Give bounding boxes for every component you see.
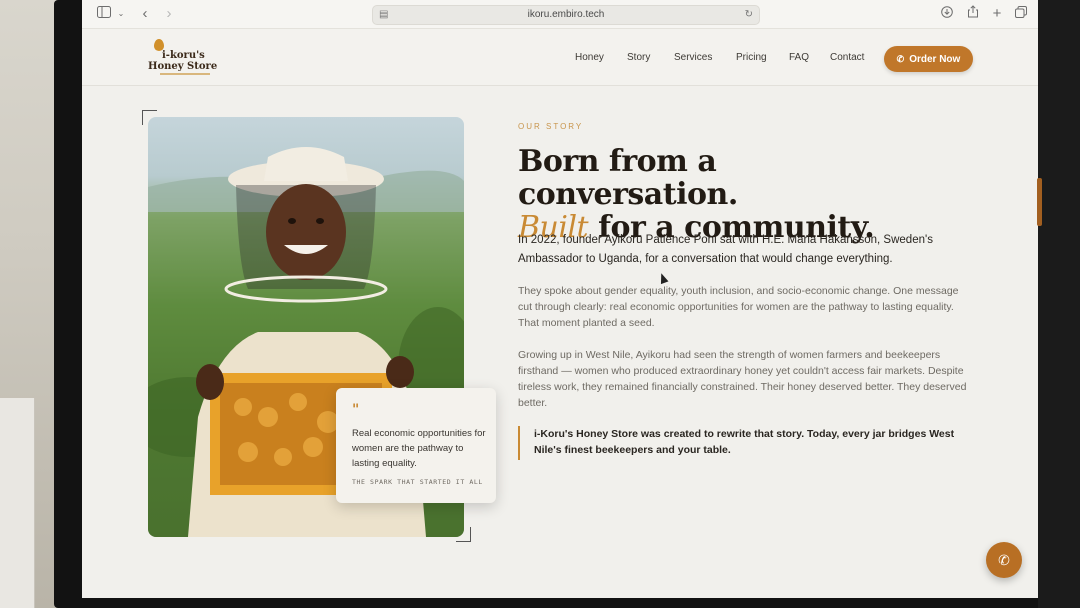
forward-icon[interactable]: ›	[162, 5, 176, 23]
store-logo[interactable]: i-koru's Honey Store	[146, 37, 226, 77]
nav-contact[interactable]: Contact	[830, 52, 864, 63]
whatsapp-icon: ✆	[998, 552, 1010, 568]
url-text[interactable]: ikoru.embiro.tech	[373, 6, 759, 24]
callout-text: i-Koru's Honey Store was created to rewr…	[534, 428, 955, 456]
logo-underline	[160, 73, 210, 75]
quote-mark: "	[352, 402, 360, 418]
reload-icon[interactable]: ↻	[745, 6, 753, 24]
new-tab-icon[interactable]: +	[990, 5, 1004, 23]
nav-faq[interactable]: FAQ	[789, 52, 809, 63]
address-bar[interactable]: ▤ ikoru.embiro.tech ↻	[372, 5, 760, 25]
tabs-icon[interactable]	[1014, 5, 1028, 23]
site-header: i-koru's Honey Store Honey Story Service…	[82, 29, 1038, 86]
headline-line1: Born from a conversation.	[518, 144, 738, 212]
quote-card: " Real economic opportunities for women …	[336, 388, 496, 503]
scrollbar-thumb[interactable]	[1037, 178, 1042, 226]
story-lead: In 2022, founder Ayikoru Patience Poni s…	[518, 234, 933, 265]
frame-corner-bottom-right	[456, 527, 471, 542]
browser-toolbar: ⌄ ‹ › ▤ ikoru.embiro.tech ↻ +	[82, 0, 1038, 29]
story-paragraph-2: Growing up in West Nile, Ayikoru had see…	[518, 349, 967, 409]
nav-story[interactable]: Story	[627, 52, 650, 63]
nav-honey[interactable]: Honey	[575, 52, 604, 63]
whatsapp-chat-button[interactable]: ✆	[986, 542, 1022, 578]
monitor-bezel-edge	[1038, 0, 1080, 608]
logo-text-line1: i-koru's	[162, 50, 205, 61]
nav-services[interactable]: Services	[674, 52, 712, 63]
chevron-down-icon[interactable]: ⌄	[116, 5, 126, 23]
order-now-button[interactable]: ✆ Order Now	[884, 46, 973, 72]
quote-source: THE SPARK THAT STARTED IT ALL	[352, 478, 483, 486]
story-paragraph-1: They spoke about gender equality, youth …	[518, 285, 959, 329]
share-icon[interactable]	[966, 5, 980, 23]
story-headline: Born from a conversation. Built for a co…	[518, 145, 938, 244]
background-paper	[0, 398, 35, 608]
quote-text: Real economic opportunities for women ar…	[352, 428, 486, 469]
order-now-label: Order Now	[909, 54, 961, 65]
whatsapp-icon: ✆	[896, 54, 905, 64]
browser-window: ⌄ ‹ › ▤ ikoru.embiro.tech ↻ + i-koru's H…	[82, 0, 1038, 598]
logo-text-line2: Honey Store	[148, 61, 218, 72]
back-icon[interactable]: ‹	[138, 5, 152, 23]
sidebar-icon[interactable]	[96, 5, 112, 23]
section-eyebrow: OUR STORY	[518, 122, 584, 131]
download-icon[interactable]	[940, 5, 954, 23]
story-callout: i-Koru's Honey Store was created to rewr…	[518, 426, 970, 460]
nav-pricing[interactable]: Pricing	[736, 52, 767, 63]
